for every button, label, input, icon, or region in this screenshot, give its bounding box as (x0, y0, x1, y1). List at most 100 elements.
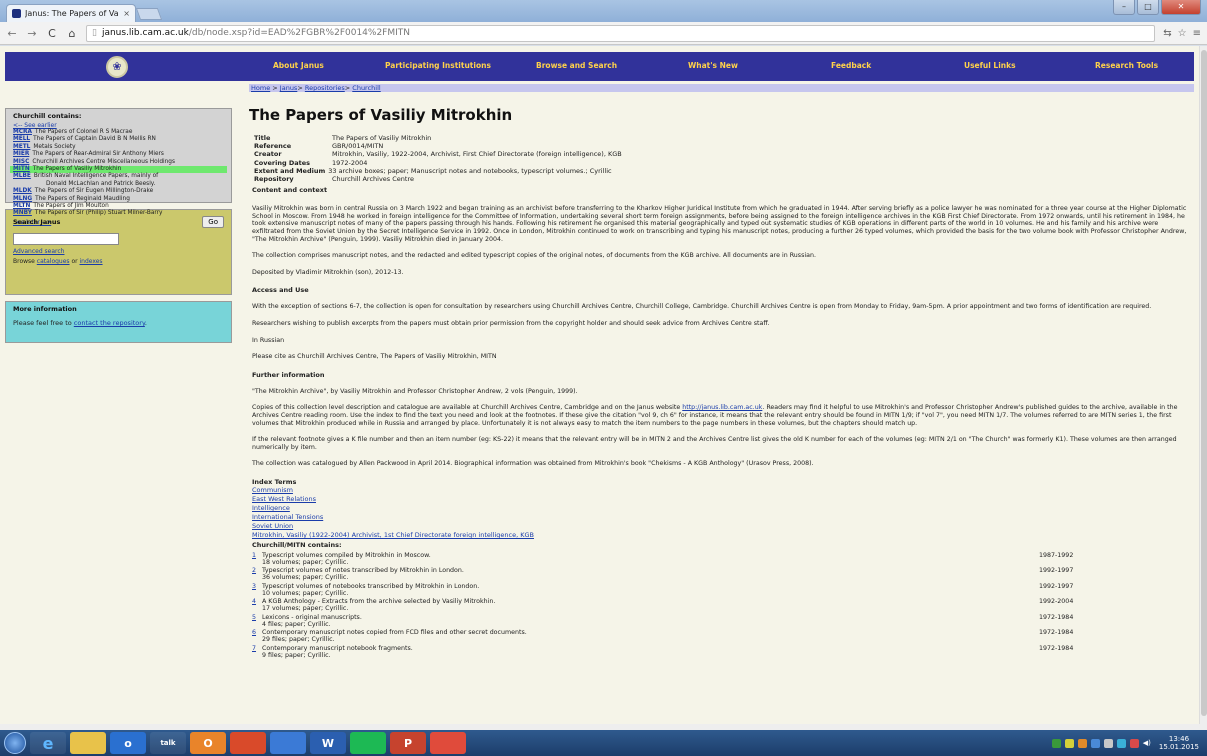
sidebar-item-code[interactable]: MLBE (13, 173, 31, 179)
item-title: A KGB Anthology - Extracts from the arch… (262, 598, 496, 606)
list-item: 7 Contemporary manuscript notebook fragme… (252, 645, 1194, 661)
sidebar-item-code[interactable]: MELL (13, 136, 30, 142)
meta-value: Churchill Archives Centre (332, 175, 414, 184)
item-number-link[interactable]: 2 (252, 567, 256, 574)
nav-whats-new[interactable]: What's New (688, 61, 738, 70)
reload-icon[interactable]: C (46, 27, 58, 40)
nav-feedback[interactable]: Feedback (831, 61, 871, 70)
index-term-link[interactable]: East West Relations (252, 495, 1194, 504)
meta-key: Reference (254, 142, 292, 151)
item-number-link[interactable]: 5 (252, 614, 256, 621)
item-number-link[interactable]: 7 (252, 645, 256, 652)
clock[interactable]: 13:46 15.01.2015 (1159, 735, 1199, 751)
item-number-link[interactable]: 4 (252, 598, 256, 605)
minimize-button[interactable]: – (1113, 0, 1135, 15)
tray-icon[interactable] (1090, 738, 1100, 748)
url-path: /db/node.xsp?id=EAD%2FGBR%2F0014%2FMITN (188, 28, 411, 38)
talk-icon[interactable]: talk (150, 732, 186, 754)
back-icon[interactable]: ← (6, 27, 18, 40)
tray-icon[interactable] (1077, 738, 1087, 748)
browser-tab[interactable]: Janus: The Papers of Vasil × (6, 4, 136, 22)
nav-about-janus[interactable]: About Janus (273, 61, 324, 70)
sidebar-item-code[interactable]: MLDK (13, 188, 32, 194)
sidebar-item-title: The Papers of Rear-Admiral Sir Anthony M… (32, 151, 164, 158)
index-term-link[interactable]: International Tensions (252, 513, 1194, 522)
nav-useful-links[interactable]: Useful Links (964, 61, 1016, 70)
app-icon[interactable] (270, 732, 306, 754)
powerpoint-icon[interactable]: P (390, 732, 426, 754)
index-term-link[interactable]: Soviet Union (252, 522, 1194, 531)
search-input[interactable] (13, 233, 119, 245)
advanced-search-link[interactable]: Advanced search (13, 248, 64, 255)
breadcrumb-churchill[interactable]: Churchill (352, 84, 380, 92)
janus-website-link[interactable]: http://janus.lib.cam.ac.uk (682, 404, 762, 411)
outlook-icon[interactable]: o (110, 732, 146, 754)
tray-icon[interactable] (1064, 738, 1074, 748)
sidebar-item-code[interactable]: METL (13, 144, 30, 150)
nav-participating-institutions[interactable]: Participating Institutions (385, 61, 491, 70)
menu-icon[interactable]: ≡ (1193, 28, 1201, 39)
office-icon[interactable]: O (190, 732, 226, 754)
index-term-link[interactable]: Intelligence (252, 504, 1194, 513)
translate-icon[interactable]: ⇆ (1163, 28, 1171, 39)
further-paragraph: "The Mitrokhin Archive", by Vasiliy Mitr… (252, 387, 578, 395)
item-number-link[interactable]: 3 (252, 583, 256, 590)
word-icon[interactable]: W (310, 732, 346, 754)
item-title: Contemporary manuscript notes copied fro… (262, 629, 527, 637)
item-number-link[interactable]: 1 (252, 552, 256, 559)
close-window-button[interactable]: ✕ (1161, 0, 1201, 15)
vertical-scrollbar[interactable] (1199, 46, 1207, 724)
language-paragraph: In Russian (252, 336, 285, 344)
access-heading: Access and Use (252, 286, 309, 295)
see-earlier-link[interactable]: <-- See earlier (13, 122, 57, 129)
sidebar-item-code[interactable]: MITN (13, 166, 30, 172)
clock-time: 13:46 (1168, 735, 1190, 743)
chrome-icon[interactable] (430, 732, 466, 754)
item-number-link[interactable]: 6 (252, 629, 256, 636)
sidebar-item-code[interactable]: MISC (13, 159, 29, 165)
indexes-link[interactable]: indexes (80, 258, 103, 265)
sidebar-item-code[interactable]: MNBY (13, 210, 32, 216)
contact-repository-link[interactable]: contact the repository (74, 319, 145, 327)
sidebar-item-code[interactable]: MIER (13, 151, 29, 157)
nav-browse-and-search[interactable]: Browse and Search (536, 61, 617, 70)
tray-icon[interactable] (1116, 738, 1126, 748)
more-info-box: More information Please feel free to con… (5, 301, 232, 343)
index-term-link[interactable]: Communism (252, 486, 1194, 495)
nav-research-tools[interactable]: Research Tools (1095, 61, 1158, 70)
breadcrumb-janus[interactable]: Janus (280, 84, 298, 92)
scrollbar-thumb[interactable] (1201, 50, 1207, 716)
home-icon[interactable]: ⌂ (66, 27, 78, 40)
close-tab-icon[interactable]: × (123, 9, 130, 18)
tray-icon[interactable] (1103, 738, 1113, 748)
breadcrumb-repositories[interactable]: Repositories (305, 84, 345, 92)
tray-icon[interactable] (1051, 738, 1061, 748)
sidebar-item: MISC Churchill Archives Centre Miscellane… (13, 159, 224, 166)
address-bar[interactable]: ▯ janus.lib.cam.ac.uk/db/node.xsp?id=EAD… (86, 24, 1156, 42)
file-explorer-icon[interactable] (70, 732, 106, 754)
volume-icon[interactable]: ◀) (1143, 739, 1151, 747)
breadcrumb-home[interactable]: Home (251, 84, 270, 92)
sidebar-item-code[interactable]: MCRA (13, 129, 32, 135)
forward-icon[interactable]: → (26, 27, 38, 40)
maximize-button[interactable]: □ (1137, 0, 1159, 15)
new-tab-button[interactable] (135, 8, 163, 20)
item-dates: 1992-2004 (1039, 598, 1074, 606)
contains-box: Churchill contains: <-- See earlier MCRA… (5, 108, 232, 226)
publish-paragraph: Researchers wishing to publish excerpts … (252, 319, 770, 327)
tray-icon[interactable] (1129, 738, 1139, 748)
footnote-paragraph: If the relevant footnote gives a K file … (252, 436, 1177, 451)
list-item: 5 Lexicons - original manuscripts. 4 files… (252, 614, 1194, 630)
firefox-icon[interactable] (230, 732, 266, 754)
sidebar-item-code[interactable]: MLTN (13, 203, 30, 209)
go-button[interactable]: Go (202, 216, 224, 228)
spotify-icon[interactable] (350, 732, 386, 754)
sidebar-item-code[interactable]: MLNG (13, 196, 32, 202)
bookmark-star-icon[interactable]: ☆ (1178, 28, 1187, 39)
window-controls: – □ ✕ (1113, 0, 1201, 15)
start-button[interactable] (4, 732, 26, 754)
index-term-link[interactable]: Mitrokhin, Vasiliy (1922-2004) Archivist… (252, 531, 1194, 540)
internet-explorer-icon[interactable]: e (30, 732, 66, 754)
catalogues-link[interactable]: catalogues (37, 258, 70, 265)
sidebar-item-title: The Papers of Sir (Philip) Stuart Milner… (34, 210, 163, 217)
